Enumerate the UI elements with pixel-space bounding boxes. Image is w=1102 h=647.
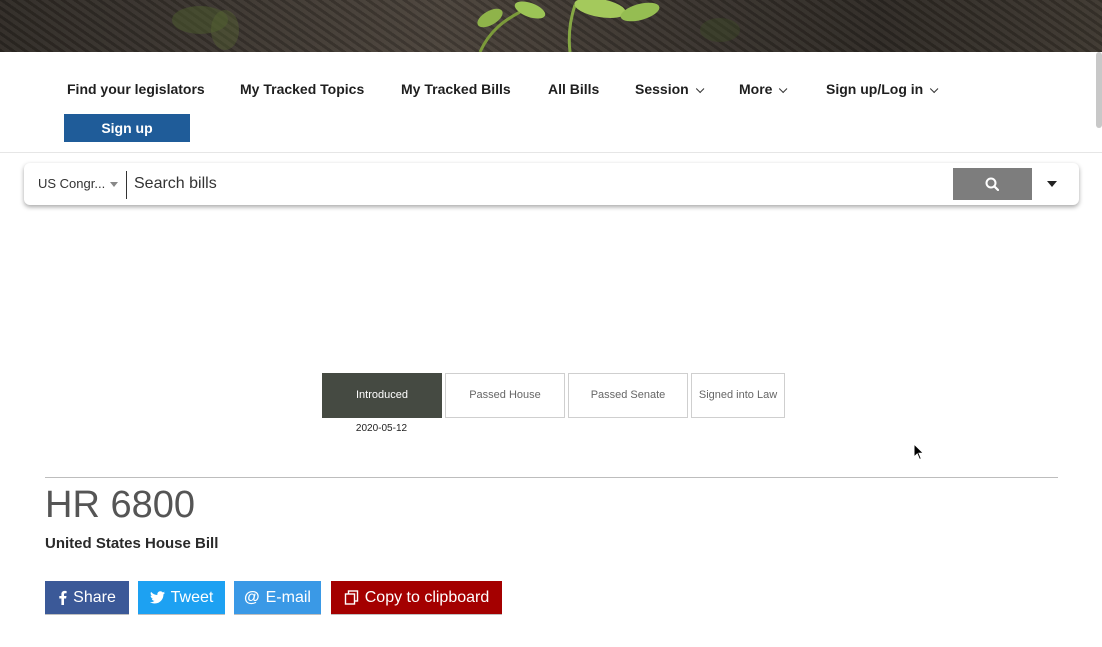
nav-tracked-bills[interactable]: My Tracked Bills <box>401 81 511 97</box>
stage-label: Introduced <box>356 389 408 401</box>
page-scrollbar[interactable] <box>1096 52 1102 128</box>
stage-label: Signed into Law <box>698 389 778 401</box>
stage-passed-senate: Passed Senate <box>568 373 688 418</box>
stage-introduced: Introduced <box>322 373 442 418</box>
chevron-down-icon <box>779 84 788 94</box>
nav-label: Session <box>635 81 689 97</box>
advanced-search-toggle[interactable] <box>1045 177 1059 191</box>
at-sign-icon: @ <box>244 588 260 606</box>
nav-label: More <box>739 81 773 97</box>
share-label: Copy to clipboard <box>364 588 490 606</box>
email-share-button[interactable]: @ E-mail <box>234 581 321 614</box>
page: Find your legislators My Tracked Topics … <box>0 0 1102 647</box>
bill-type-label: United States House Bill <box>45 535 219 552</box>
search-input[interactable] <box>134 169 934 199</box>
chevron-down-icon <box>695 84 705 94</box>
twitter-icon <box>149 591 165 604</box>
search-divider <box>126 171 127 199</box>
stage-label: Passed House <box>469 389 541 401</box>
stage-signed-into-law: Signed into Law <box>691 373 785 418</box>
copy-to-clipboard-button[interactable]: Copy to clipboard <box>331 581 502 614</box>
nav-label: Find your legislators <box>67 81 205 97</box>
chevron-down-icon <box>930 84 939 94</box>
share-label: E-mail <box>265 588 311 606</box>
mouse-cursor-icon <box>913 443 925 461</box>
nav-label: My Tracked Bills <box>401 81 511 97</box>
stage-passed-house: Passed House <box>445 373 565 418</box>
facebook-share-button[interactable]: Share <box>45 581 129 614</box>
section-divider <box>45 477 1058 478</box>
seedling-illustration <box>172 0 740 52</box>
stage-label: Passed Senate <box>590 389 666 401</box>
nav-all-bills[interactable]: All Bills <box>548 81 599 97</box>
nav-find-legislators[interactable]: Find your legislators <box>67 81 205 97</box>
stage-introduced-date: 2020-05-12 <box>355 423 408 434</box>
nav-session-dropdown[interactable]: Session <box>635 81 705 97</box>
main-nav: Find your legislators My Tracked Topics … <box>0 52 1102 153</box>
nav-label: Sign up/Log in <box>826 81 924 97</box>
chamber-select[interactable]: US Congr... <box>38 176 119 191</box>
nav-tracked-topics[interactable]: My Tracked Topics <box>240 81 364 97</box>
facebook-icon <box>59 590 67 605</box>
caret-down-icon <box>110 182 119 188</box>
search-button[interactable] <box>953 168 1032 200</box>
magnifier-icon <box>985 177 999 191</box>
share-label: Share <box>73 588 116 606</box>
nav-more-dropdown[interactable]: More <box>739 81 788 97</box>
chamber-select-value: US Congr... <box>38 176 106 191</box>
hero-banner-image <box>0 0 1102 52</box>
nav-label: My Tracked Topics <box>240 81 365 97</box>
nav-signup-login-dropdown[interactable]: Sign up/Log in <box>826 81 939 97</box>
twitter-tweet-button[interactable]: Tweet <box>138 581 225 614</box>
nav-label: All Bills <box>548 81 600 97</box>
caret-down-icon <box>1047 181 1057 187</box>
share-label: Tweet <box>170 588 214 606</box>
bill-number-title: HR 6800 <box>45 484 195 526</box>
signup-button[interactable]: Sign up <box>64 114 190 142</box>
clipboard-icon <box>344 590 358 605</box>
bill-search-bar: US Congr... <box>24 163 1079 205</box>
